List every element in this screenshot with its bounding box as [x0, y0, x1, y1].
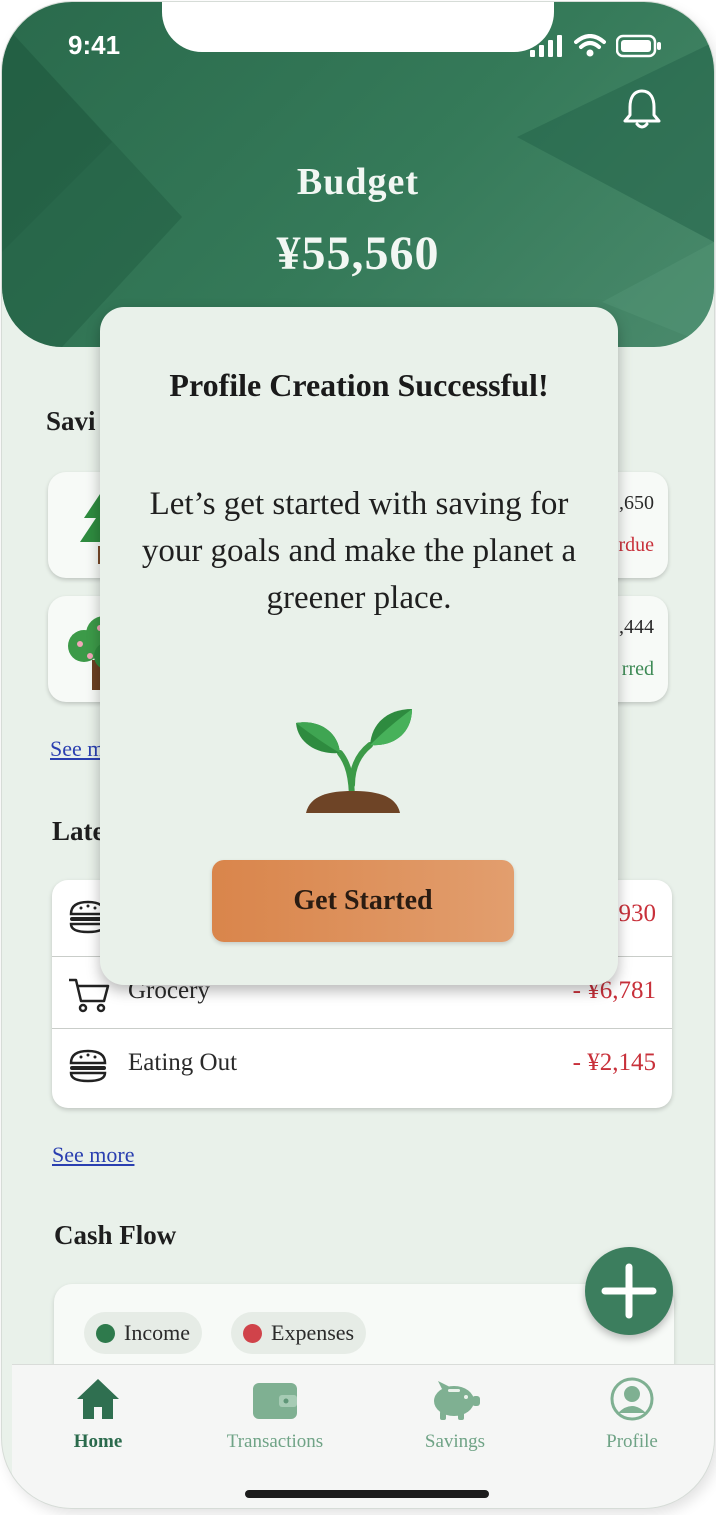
home-indicator: [245, 1490, 489, 1498]
tab-profile[interactable]: Profile: [562, 1371, 702, 1453]
tab-home[interactable]: Home: [28, 1371, 168, 1453]
tab-transactions-label: Transactions: [226, 1431, 324, 1452]
status-icons: [530, 34, 662, 58]
savings-see-more-link[interactable]: See m: [50, 736, 104, 762]
income-dot: [96, 1323, 115, 1343]
get-started-button[interactable]: Get Started: [212, 860, 514, 942]
tab-transactions[interactable]: Transactions: [205, 1371, 345, 1453]
transaction-label: Eating Out: [128, 1049, 238, 1076]
savings-goal-status: rred: [621, 658, 654, 680]
tab-home-label: Home: [73, 1431, 123, 1452]
tab-bar: Home Transactions Savings Profile: [12, 1364, 714, 1508]
budget-amount: ¥55,560: [276, 227, 440, 280]
piggy-bank-icon: [434, 1381, 480, 1420]
burger-icon: [69, 1049, 107, 1083]
signal-icon: [530, 35, 562, 57]
profile-icon: [610, 1377, 654, 1421]
cart-icon: [69, 978, 110, 1013]
transactions-see-more-link[interactable]: See more: [52, 1142, 134, 1168]
savings-goal-status: rdue: [618, 534, 654, 556]
battery-icon: [616, 34, 661, 58]
transaction-row[interactable]: Eating Out - ¥2,145: [52, 1028, 672, 1101]
success-modal: Profile Creation Successful! Let’s get s…: [100, 307, 618, 985]
budget-title: Budget: [296, 161, 420, 203]
tab-savings-label: Savings: [424, 1431, 486, 1452]
latest-transactions-title: Late: [52, 816, 105, 846]
home-icon: [77, 1379, 119, 1419]
expenses-label: Expenses: [271, 1320, 355, 1345]
transaction-amount: - ¥2,145: [572, 1049, 656, 1076]
phone-screen: 9:41 Budget ¥55,560 Savi rdue ,650 ,444 …: [2, 2, 714, 1508]
income-legend[interactable]: Income: [84, 1312, 202, 1354]
cash-flow-title: Cash Flow: [54, 1220, 177, 1250]
expenses-dot: [243, 1323, 262, 1343]
wallet-icon: [253, 1383, 297, 1419]
savings-section-title: Savi: [46, 406, 96, 436]
device-notch: [162, 2, 554, 52]
add-button[interactable]: [585, 1247, 673, 1335]
tab-profile-label: Profile: [606, 1431, 658, 1452]
plus-icon: [601, 1263, 657, 1319]
savings-goal-amount: ,650: [619, 492, 654, 514]
tab-savings[interactable]: Savings: [385, 1371, 525, 1453]
bell-icon[interactable]: [622, 88, 662, 130]
modal-title: Profile Creation Successful!: [169, 367, 549, 403]
transaction-amount: 930: [618, 900, 657, 927]
income-label: Income: [124, 1320, 190, 1345]
expenses-legend[interactable]: Expenses: [231, 1312, 367, 1354]
modal-message: Let’s get started with saving for your g…: [141, 486, 577, 616]
status-time: 9:41: [68, 30, 121, 60]
wifi-icon: [574, 34, 606, 57]
sprout-icon: [296, 709, 412, 813]
budget-header: 9:41 Budget ¥55,560: [2, 2, 714, 347]
savings-goal-amount: ,444: [619, 616, 654, 638]
